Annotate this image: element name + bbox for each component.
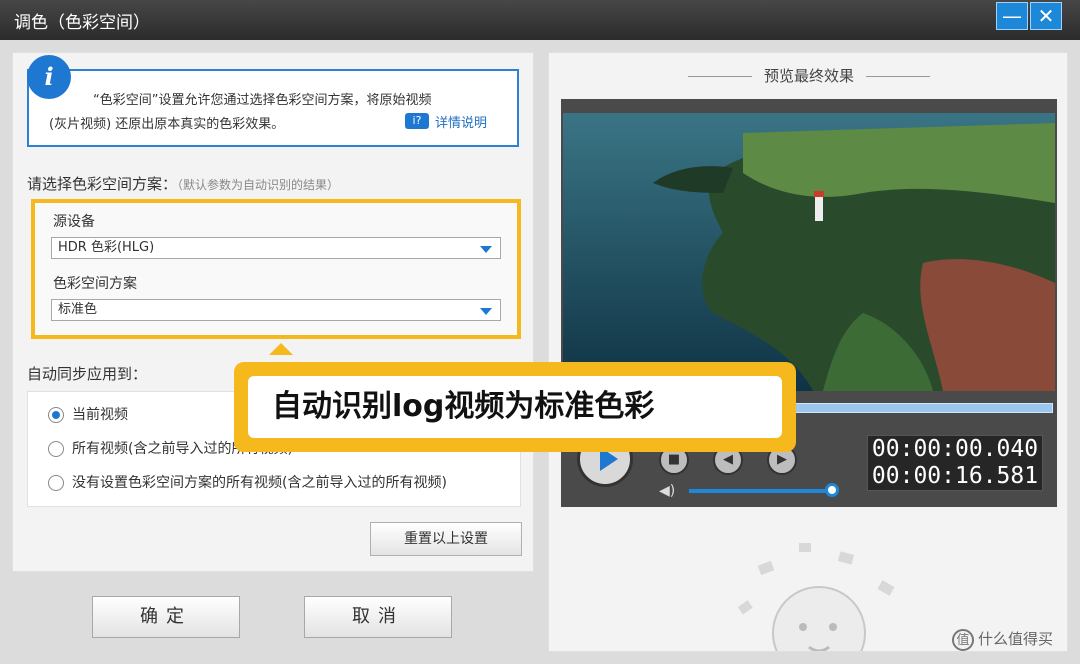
volume-slider[interactable]	[689, 489, 829, 493]
color-space-value: 标准色	[58, 302, 98, 317]
info-icon: i	[27, 55, 71, 99]
time-current: 00:00:00.040	[871, 436, 1039, 462]
watermark-logo: 值	[952, 628, 974, 651]
source-device-label: 源设备	[53, 214, 95, 230]
radio-button[interactable]	[48, 407, 64, 423]
help-icon[interactable]: i?	[405, 113, 429, 129]
info-box: i “色彩空间”设置允许您通过选择色彩空间方案，将原始视频 (灰片视频) 还原出…	[27, 55, 519, 147]
playback-progress[interactable]	[761, 403, 1053, 413]
volume-icon[interactable]: ◀)	[659, 483, 675, 499]
reset-button[interactable]: 重置以上设置	[370, 522, 522, 556]
highlight-pointer	[269, 343, 293, 355]
source-device-select[interactable]: HDR 色彩(HLG)	[51, 237, 501, 259]
close-button[interactable]: ✕	[1030, 2, 1062, 30]
callout-annotation: 自动识别log视频为标准色彩	[234, 362, 796, 452]
sync-label: 自动同步应用到：	[27, 365, 148, 383]
scheme-heading: 请选择色彩空间方案：（默认参数为自动识别的结果）	[27, 173, 339, 194]
sync-option-label: 当前视频	[72, 407, 128, 423]
watermark-text: 什么值得买	[978, 630, 1054, 648]
chevron-down-icon	[480, 308, 492, 315]
sync-option-unset[interactable]: 没有设置色彩空间方案的所有视频(含之前导入过的所有视频)	[48, 472, 447, 494]
color-space-select[interactable]: 标准色	[51, 299, 501, 321]
video-preview-image	[563, 113, 1055, 391]
radio-button[interactable]	[48, 441, 64, 457]
callout-text: 自动识别log视频为标准色彩	[248, 376, 782, 438]
timecode-display: 00:00:00.040 00:00:16.581	[867, 435, 1043, 491]
scheme-label: 请选择色彩空间方案：	[27, 175, 178, 193]
minimize-button[interactable]: —	[996, 2, 1028, 30]
info-text-line1: “色彩空间”设置允许您通过选择色彩空间方案，将原始视频	[93, 93, 432, 108]
chevron-down-icon	[480, 246, 492, 253]
volume-slider-handle[interactable]	[825, 483, 839, 497]
title-bar: 调色（色彩空间） — ✕	[0, 0, 1080, 40]
coastline-scene	[563, 113, 1055, 391]
sync-option-current[interactable]: 当前视频	[48, 404, 128, 426]
color-space-label: 色彩空间方案	[53, 276, 137, 292]
watermark: 值什么值得买	[952, 628, 1053, 651]
radio-button[interactable]	[48, 475, 64, 491]
info-text-line2: (灰片视频) 还原出原本真实的色彩效果。	[49, 117, 285, 132]
ok-button[interactable]: 确定	[92, 596, 240, 638]
preview-panel: 预览最终效果 ■ ◀ ▶ ◀) 00:00:00.040 00:00:16.58…	[548, 52, 1068, 652]
preview-title: 预览最终效果	[549, 65, 1067, 86]
source-device-value: HDR 色彩(HLG)	[58, 240, 155, 255]
scheme-highlight-box: 源设备 HDR 色彩(HLG) 色彩空间方案 标准色	[31, 199, 521, 339]
scheme-hint: （默认参数为自动识别的结果）	[177, 178, 340, 192]
settings-panel: i “色彩空间”设置允许您通过选择色彩空间方案，将原始视频 (灰片视频) 还原出…	[12, 52, 534, 572]
time-total: 00:00:16.581	[871, 463, 1039, 489]
help-link[interactable]: 详情说明	[435, 112, 487, 131]
sync-option-label: 没有设置色彩空间方案的所有视频(含之前导入过的所有视频)	[72, 475, 447, 491]
mascot-illustration	[737, 543, 895, 651]
cancel-button[interactable]: 取消	[304, 596, 452, 638]
window-title: 调色（色彩空间）	[14, 13, 150, 33]
